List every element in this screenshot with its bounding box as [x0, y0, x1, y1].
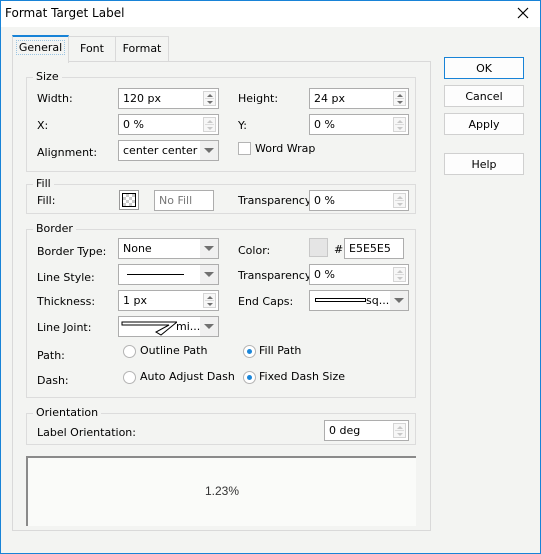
chevron-down-icon [200, 317, 218, 336]
fill-transparency-field[interactable]: 0 % [309, 190, 409, 211]
miter-joint-icon [121, 321, 177, 336]
title-bar: Format Target Label [1, 1, 540, 27]
width-label: Width: [37, 92, 73, 105]
help-button[interactable]: Help [444, 153, 524, 175]
line-style-dropdown[interactable] [118, 264, 219, 285]
tab-font[interactable]: Font [68, 36, 116, 62]
path-label: Path: [37, 349, 65, 362]
width-field[interactable]: 120 px [118, 88, 219, 109]
border-color-label: Color: [238, 244, 271, 257]
square-cap-line-icon [315, 298, 366, 302]
border-transparency-label: Transparency: [238, 269, 315, 282]
y-label: Y: [238, 119, 247, 132]
auto-adjust-dash-radio[interactable] [123, 371, 136, 384]
fill-transparency-spinner[interactable] [393, 193, 406, 208]
apply-button[interactable]: Apply [444, 113, 524, 135]
border-group-title: Border [33, 222, 76, 235]
word-wrap-label: Word Wrap [255, 142, 316, 155]
line-joint-dropdown[interactable]: mi... [118, 316, 219, 337]
alignment-label: Alignment: [37, 146, 98, 159]
label-preview: 1.23% [26, 456, 416, 526]
label-orientation-label: Label Orientation: [37, 426, 136, 439]
border-color-swatch[interactable] [309, 238, 328, 257]
alignment-dropdown[interactable]: center center [118, 140, 219, 161]
fill-path-radio[interactable] [243, 345, 256, 358]
close-icon [517, 7, 529, 19]
fixed-dash-size-radio[interactable] [243, 371, 256, 384]
preview-text: 1.23% [204, 484, 240, 498]
width-spinner[interactable] [203, 91, 216, 106]
fill-path-label: Fill Path [259, 344, 302, 357]
fill-transparency-label: Transparency: [238, 194, 315, 207]
cancel-button[interactable]: Cancel [444, 85, 524, 107]
y-field[interactable]: 0 % [309, 114, 409, 135]
size-group-title: Size [33, 70, 62, 83]
thickness-field[interactable]: 1 px [118, 290, 219, 311]
close-button[interactable] [514, 4, 532, 22]
fill-label: Fill: [37, 194, 56, 207]
orientation-group-title: Orientation [33, 406, 102, 419]
chevron-down-icon [200, 141, 218, 160]
tab-format[interactable]: Format [115, 36, 169, 62]
fill-color-swatch[interactable] [119, 190, 139, 210]
ok-button[interactable]: OK [444, 57, 524, 79]
x-spinner[interactable] [203, 117, 216, 132]
border-type-dropdown[interactable]: None [118, 238, 219, 259]
dialog-title: Format Target Label [5, 6, 125, 20]
hash-symbol: # [334, 243, 344, 256]
line-style-label: Line Style: [37, 271, 95, 284]
border-color-hex-field[interactable]: E5E5E5 [344, 238, 404, 259]
fill-value-field[interactable]: No Fill [154, 190, 214, 211]
line-joint-label: Line Joint: [37, 321, 92, 334]
solid-line-icon [127, 274, 184, 275]
height-field[interactable]: 24 px [309, 88, 409, 109]
chevron-down-icon [390, 291, 408, 310]
border-type-label: Border Type: [37, 245, 107, 258]
format-target-label-dialog: Format Target Label General Font Format … [0, 0, 541, 554]
dash-label: Dash: [37, 374, 69, 387]
height-label: Height: [238, 92, 279, 105]
tab-general[interactable]: General [12, 35, 69, 63]
x-field[interactable]: 0 % [118, 114, 219, 135]
auto-adjust-dash-label: Auto Adjust Dash [140, 370, 235, 383]
transparent-pattern-icon [122, 193, 136, 207]
thickness-spinner[interactable] [203, 293, 216, 308]
outline-path-radio[interactable] [123, 345, 136, 358]
chevron-down-icon [200, 265, 218, 284]
x-label: X: [37, 119, 49, 132]
y-spinner[interactable] [393, 117, 406, 132]
chevron-down-icon [200, 239, 218, 258]
fill-group-title: Fill [33, 177, 54, 190]
end-caps-label: End Caps: [238, 295, 294, 308]
border-transparency-field[interactable]: 0 % [309, 264, 409, 285]
thickness-label: Thickness: [37, 295, 96, 308]
label-orientation-field[interactable]: 0 deg [324, 420, 409, 441]
end-caps-dropdown[interactable]: sq... [309, 290, 409, 311]
outline-path-label: Outline Path [140, 344, 208, 357]
label-orientation-spinner[interactable] [393, 423, 406, 438]
fixed-dash-size-label: Fixed Dash Size [259, 370, 345, 383]
word-wrap-checkbox[interactable] [238, 142, 251, 155]
border-transparency-spinner[interactable] [393, 267, 406, 282]
height-spinner[interactable] [393, 91, 406, 106]
